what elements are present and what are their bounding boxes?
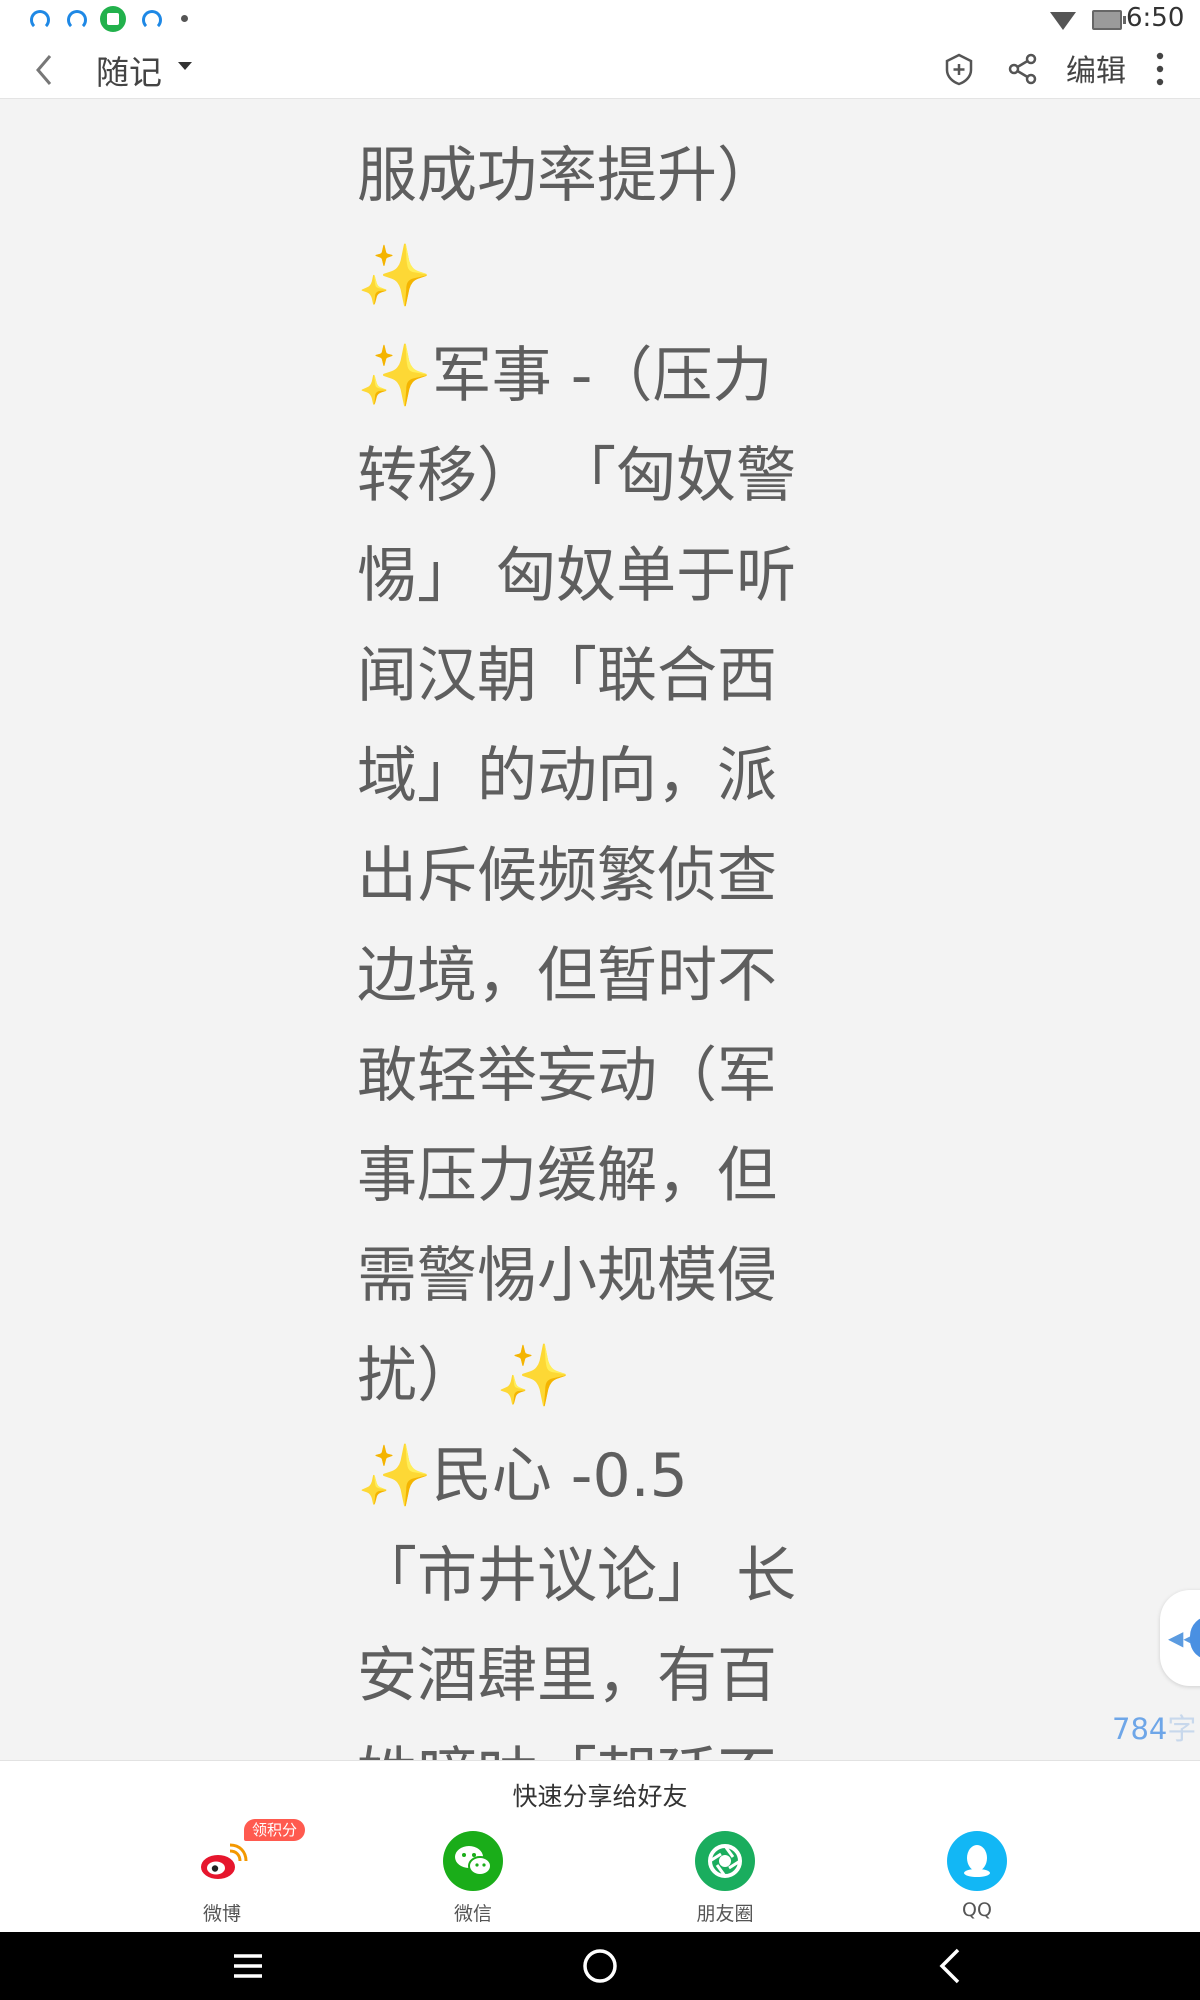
- note-line: ✨民心 -0.5: [357, 1441, 688, 1511]
- note-line: 服成功率提升）: [357, 141, 777, 211]
- note-text: 服成功率提升） ✨ ✨军事 -（压力 转移） 「匈奴警 惕」 匈奴单于听 闻汉朝…: [357, 126, 796, 1760]
- share-label: 朋友圈: [696, 1903, 754, 1925]
- note-line: 边境，但暂时不: [357, 941, 777, 1011]
- note-line: 「市井议论」 长: [357, 1541, 797, 1611]
- note-line: 安酒肆里，有百: [357, 1641, 777, 1711]
- note-line: 域」的动向，派: [357, 741, 777, 811]
- app-bar: 随记 编辑: [0, 40, 1200, 99]
- clock: 6:50: [1126, 3, 1185, 33]
- points-badge: 领积分: [244, 1819, 306, 1841]
- note-line: 闻汉朝「联合西: [357, 641, 777, 711]
- share-moments-button[interactable]: 朋友圈: [665, 1831, 785, 1931]
- share-label: 微信: [453, 1903, 492, 1925]
- share-qq-button[interactable]: QQ: [917, 1831, 1037, 1931]
- back-nav-icon[interactable]: [928, 1942, 976, 1990]
- note-line: 敢轻举妄动（军: [357, 1041, 777, 1111]
- recent-apps-icon[interactable]: [224, 1942, 272, 1990]
- audio-play-icon: [1190, 1616, 1200, 1660]
- note-line: 事压力缓解，但: [357, 1141, 777, 1211]
- more-vertical-icon[interactable]: [1148, 48, 1172, 90]
- floating-side-tab[interactable]: ◀◀: [1160, 1590, 1200, 1686]
- note-line: 出斥候频繁侦查: [357, 841, 777, 911]
- share-wechat-button[interactable]: 微信: [413, 1831, 533, 1931]
- more-notifications-dot: [181, 15, 188, 22]
- note-category-title[interactable]: 随记: [96, 46, 162, 94]
- add-shield-icon[interactable]: [940, 50, 978, 88]
- note-line: 惕」 匈奴单于听: [357, 541, 797, 611]
- wifi-icon: [1050, 12, 1076, 30]
- note-line: 姓嘀咕「朝廷不: [357, 1726, 796, 1760]
- moments-icon: [695, 1831, 755, 1891]
- dropdown-caret-icon[interactable]: [178, 62, 192, 70]
- quick-share-panel: 快速分享给好友 领积分 微博 微信 朋友圈 QQ: [0, 1760, 1200, 1933]
- gallery-notification-icon: [100, 6, 126, 32]
- battery-icon: [1092, 10, 1126, 30]
- home-icon[interactable]: [576, 1942, 624, 1990]
- app-notification-icon: [63, 6, 89, 32]
- word-count: 784字: [1112, 1706, 1196, 1748]
- back-icon[interactable]: [26, 50, 66, 90]
- note-line: 转移） 「匈奴警: [357, 441, 797, 511]
- word-count-value: 784: [1112, 1712, 1168, 1746]
- wechat-icon: [443, 1831, 503, 1891]
- app-notification-icon: [138, 6, 164, 32]
- note-line: ✨: [357, 241, 432, 311]
- share-icon[interactable]: [1004, 50, 1042, 88]
- share-label: QQ: [962, 1899, 992, 1921]
- system-nav-bar: [0, 1932, 1200, 2000]
- share-weibo-button[interactable]: 领积分 微博: [162, 1819, 306, 1931]
- word-count-unit: 字: [1167, 1712, 1197, 1746]
- weibo-icon: [201, 1843, 248, 1879]
- qq-icon: [947, 1831, 1007, 1891]
- edit-button[interactable]: 编辑: [1066, 46, 1126, 90]
- note-content[interactable]: 服成功率提升） ✨ ✨军事 -（压力 转移） 「匈奴警 惕」 匈奴单于听 闻汉朝…: [357, 98, 835, 1760]
- share-label: 微博: [202, 1903, 241, 1925]
- app-notification-icon: [26, 6, 52, 32]
- share-panel-title: 快速分享给好友: [512, 1782, 688, 1811]
- status-bar: 6:50: [0, 0, 1200, 40]
- note-line: 扰） ✨: [357, 1341, 571, 1411]
- note-line: 需警惕小规模侵: [357, 1241, 777, 1311]
- note-line: ✨军事 -（压力: [357, 341, 773, 411]
